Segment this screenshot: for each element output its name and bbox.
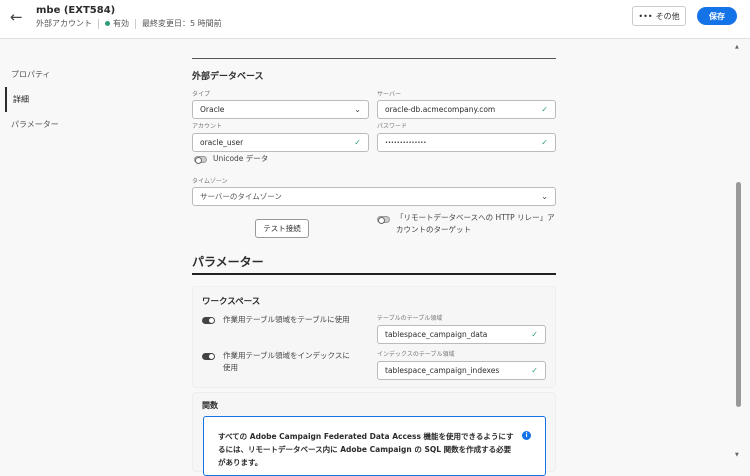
account-type: 外部アカウント [36,19,92,28]
unicode-toggle[interactable] [194,156,207,164]
info-message: すべての Adobe Campaign Federated Data Acces… [203,416,546,476]
type-label: タイプ [192,91,211,98]
server-input[interactable]: oracle-db.acmecompany.com ✓ [377,100,556,119]
check-icon: ✓ [531,330,538,339]
account-label: アカウント [192,123,223,130]
timezone-value: サーバーのタイムゾーン [200,192,282,201]
http-relay-label: 「リモートデータベースへの HTTP リレー」アカウントのターゲット [396,213,555,234]
check-icon: ✓ [541,138,548,147]
scroll-up-icon[interactable]: ▲ [735,44,739,50]
server-label: サーバー [377,91,401,98]
back-arrow-icon[interactable]: ← [10,8,23,26]
timezone-label: タイムゾーン [192,178,228,185]
use-table-label: 作業用テーブル領域をテーブルに使用 [223,315,350,324]
chevron-down-icon: ⌄ [354,105,361,114]
status-text: 有効 [113,19,129,28]
use-index-label: 作業用テーブル領域をインデックスに使用 [223,351,350,372]
unicode-label: Unicode データ [213,154,269,163]
divider [98,18,99,29]
info-icon: i [522,431,531,440]
test-connection-button[interactable]: テスト接続 [255,219,309,238]
ellipsis-icon: ••• [638,11,653,21]
scroll-down-icon[interactable]: ▼ [735,452,739,458]
table-ts-value: tablespace_campaign_data [385,330,488,339]
account-input[interactable]: oracle_user ✓ [192,133,369,152]
check-icon: ✓ [541,105,548,114]
type-select[interactable]: Oracle ⌄ [192,100,369,119]
http-relay-toggle[interactable] [377,216,390,224]
divider [192,58,556,59]
sidebar-item-properties[interactable]: プロパティ [5,62,65,87]
type-value: Oracle [200,105,225,114]
page-title: mbe (EXT584) [36,5,116,16]
index-ts-input[interactable]: tablespace_campaign_indexes ✓ [377,361,546,380]
parameters-heading: パラメーター [192,255,264,269]
password-value: •••••••••••••• [385,139,427,146]
table-ts-input[interactable]: tablespace_campaign_data ✓ [377,325,546,344]
functions-heading: 関数 [202,401,218,410]
use-table-toggle[interactable] [202,317,215,324]
index-ts-value: tablespace_campaign_indexes [385,366,500,375]
header: ← mbe (EXT584) 外部アカウント 有効 最終変更日：5 時間前 ••… [0,0,750,39]
info-text: すべての Adobe Campaign Federated Data Acces… [218,432,514,467]
check-icon: ✓ [531,366,538,375]
timezone-select[interactable]: サーバーのタイムゾーン ⌄ [192,187,556,206]
use-index-toggle[interactable] [202,353,215,360]
scrollbar[interactable] [736,182,741,407]
last-modified: 最終変更日：5 時間前 [142,19,222,28]
check-icon: ✓ [354,138,361,147]
divider [135,18,136,29]
status-badge: 有効 [105,18,129,29]
status-dot-icon [105,21,110,26]
more-button[interactable]: ••• その他 [632,6,686,26]
workspace-heading: ワークスペース [202,297,261,307]
account-value: oracle_user [200,138,244,147]
more-label: その他 [655,11,680,21]
chevron-down-icon: ⌄ [541,192,548,201]
external-db-heading: 外部データベース [192,72,264,82]
password-input[interactable]: •••••••••••••• ✓ [377,133,556,152]
sidebar-item-parameters[interactable]: パラメーター [5,112,65,137]
sidebar-item-details[interactable]: 詳細 [5,87,65,112]
divider [192,273,556,275]
server-value: oracle-db.acmecompany.com [385,105,496,114]
index-ts-label: インデックスのテーブル領域 [377,351,455,358]
subtitle: 外部アカウント 有効 最終変更日：5 時間前 [36,18,222,29]
table-ts-label: テーブルのテーブル領域 [377,315,443,322]
sidebar: プロパティ 詳細 パラメーター [5,62,65,137]
save-button[interactable]: 保存 [697,7,737,25]
password-label: パスワード [377,123,408,130]
